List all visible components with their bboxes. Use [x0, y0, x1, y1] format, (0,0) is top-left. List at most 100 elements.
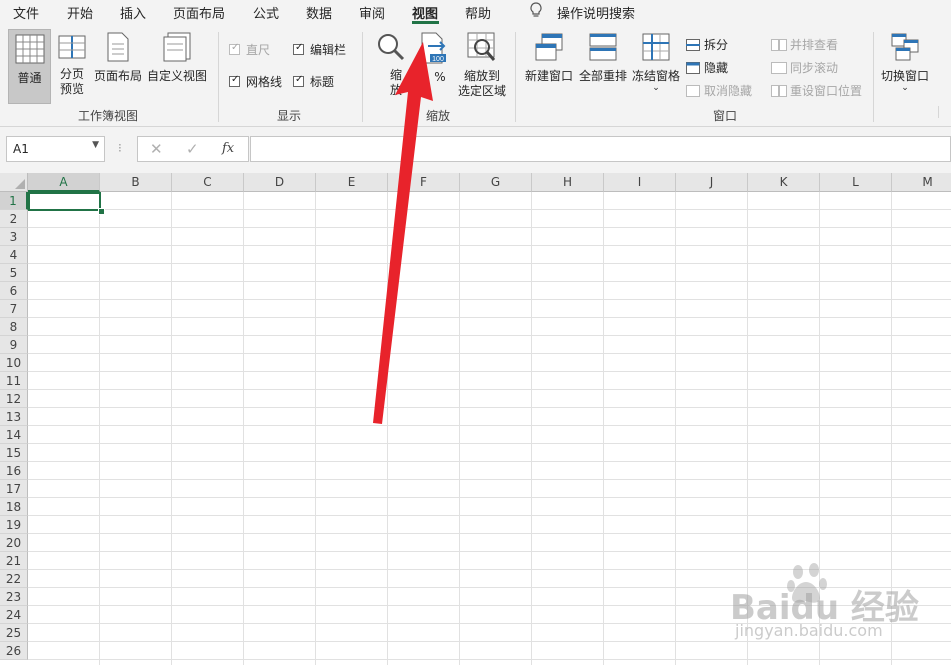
row-header[interactable]: 26 — [0, 642, 28, 660]
tab-insert[interactable]: 插入 — [120, 3, 146, 22]
column-header-m[interactable]: M — [892, 173, 951, 192]
group-divider — [515, 32, 516, 122]
tab-review[interactable]: 审阅 — [359, 3, 385, 22]
active-cell-a1[interactable] — [28, 192, 101, 211]
custom-views-button[interactable]: 自定义视图 — [146, 29, 208, 102]
more-options-icon[interactable]: ⁝ — [118, 141, 122, 155]
formula-bar-label: 编辑栏 — [310, 43, 347, 57]
sync-scroll-icon — [771, 61, 787, 74]
arrange-all-label: 全部重排 — [578, 69, 627, 83]
row-header[interactable]: 21 — [0, 552, 28, 570]
column-header-k[interactable]: K — [748, 173, 820, 192]
row-header[interactable]: 14 — [0, 426, 28, 444]
row-header[interactable]: 24 — [0, 606, 28, 624]
sync-scroll-button[interactable]: 同步滚动 — [771, 59, 838, 76]
column-header-f[interactable]: F — [388, 173, 460, 192]
formula-bar-area: A1 ▼ ⁝ ✕ ✓ fx — [0, 127, 951, 173]
tell-me-search[interactable]: 操作说明搜索 — [557, 3, 635, 22]
row-header[interactable]: 18 — [0, 498, 28, 516]
zoom-button[interactable]: 缩 放 — [372, 29, 410, 102]
row-header[interactable]: 11 — [0, 372, 28, 390]
column-header-j[interactable]: J — [676, 173, 748, 192]
new-window-icon — [535, 33, 563, 61]
new-window-button[interactable]: 新建窗口 — [523, 29, 575, 102]
freeze-panes-button[interactable]: 冻结窗格 ⌄ — [630, 29, 682, 102]
row-header[interactable]: 2 — [0, 210, 28, 228]
unhide-button[interactable]: 取消隐藏 — [686, 82, 752, 99]
formula-bar-checkbox-box: ✓ — [293, 42, 304, 55]
enter-icon[interactable]: ✓ — [186, 140, 199, 158]
row-header[interactable]: 20 — [0, 534, 28, 552]
column-header-a[interactable]: A — [28, 173, 100, 192]
column-header-l[interactable]: L — [820, 173, 892, 192]
ruler-checkbox[interactable]: ✓ 直尺 — [229, 41, 270, 58]
row-header[interactable]: 15 — [0, 444, 28, 462]
row-header[interactable]: 16 — [0, 462, 28, 480]
formula-input[interactable] — [250, 136, 951, 162]
row-header[interactable]: 1 — [0, 192, 28, 210]
name-box[interactable]: A1 ▼ — [6, 136, 105, 162]
name-box-dropdown-icon[interactable]: ▼ — [92, 140, 99, 150]
zoom-100-button[interactable]: 100 % — [414, 29, 452, 102]
page-layout-view-button[interactable]: 页面布局 — [92, 29, 144, 102]
custom-views-label: 自定义视图 — [146, 69, 207, 83]
tab-home[interactable]: 开始 — [67, 3, 93, 22]
unhide-label: 取消隐藏 — [704, 84, 753, 98]
row-header[interactable]: 6 — [0, 282, 28, 300]
row-header[interactable]: 23 — [0, 588, 28, 606]
row-header[interactable]: 19 — [0, 516, 28, 534]
zoom-to-selection-icon — [467, 32, 496, 61]
window-group-label: 窗口 — [713, 109, 738, 123]
normal-view-button[interactable]: 普通 — [8, 29, 51, 104]
split-button[interactable]: 拆分 — [686, 36, 728, 53]
sync-scroll-label: 同步滚动 — [790, 61, 839, 75]
reset-window-position-button[interactable]: 重设窗口位置 — [771, 82, 862, 99]
tab-formulas[interactable]: 公式 — [253, 3, 279, 22]
column-header-i[interactable]: I — [604, 173, 676, 192]
select-all-corner[interactable] — [0, 173, 28, 192]
magnifier-icon — [378, 34, 405, 61]
group-divider — [362, 32, 363, 122]
row-header[interactable]: 10 — [0, 354, 28, 372]
reset-position-icon — [771, 84, 787, 97]
chevron-down-icon: ⌄ — [652, 83, 660, 93]
headings-checkbox[interactable]: ✓ 标题 — [293, 73, 334, 90]
tab-page-layout[interactable]: 页面布局 — [173, 3, 225, 22]
tab-view[interactable]: 视图 — [412, 3, 438, 22]
column-header-g[interactable]: G — [460, 173, 532, 192]
cancel-icon[interactable]: ✕ — [150, 140, 163, 158]
column-header-h[interactable]: H — [532, 173, 604, 192]
hide-button[interactable]: 隐藏 — [686, 59, 728, 76]
ruler-label: 直尺 — [246, 43, 271, 57]
row-header[interactable]: 4 — [0, 246, 28, 264]
gridlines-checkbox[interactable]: ✓ 网格线 — [229, 73, 282, 90]
column-header-e[interactable]: E — [316, 173, 388, 192]
row-header[interactable]: 25 — [0, 624, 28, 642]
tab-data[interactable]: 数据 — [306, 3, 332, 22]
page-break-preview-button[interactable]: 分页 预览 — [54, 29, 90, 102]
tab-file[interactable]: 文件 — [13, 3, 39, 22]
row-header[interactable]: 9 — [0, 336, 28, 354]
arrange-all-button[interactable]: 全部重排 — [577, 29, 629, 102]
formula-bar-checkbox[interactable]: ✓ 编辑栏 — [293, 41, 346, 58]
view-side-by-side-button[interactable]: 并排查看 — [771, 36, 838, 53]
row-header[interactable]: 3 — [0, 228, 28, 246]
row-header[interactable]: 22 — [0, 570, 28, 588]
collapse-ribbon-button[interactable] — [938, 106, 949, 118]
row-header[interactable]: 5 — [0, 264, 28, 282]
column-header-b[interactable]: B — [100, 173, 172, 192]
row-header[interactable]: 7 — [0, 300, 28, 318]
row-header[interactable]: 12 — [0, 390, 28, 408]
page-layout-label: 页面布局 — [93, 69, 142, 83]
hide-label: 隐藏 — [704, 61, 729, 75]
zoom-to-selection-button[interactable]: 缩放到 选定区域 — [454, 29, 510, 102]
row-header[interactable]: 13 — [0, 408, 28, 426]
switch-windows-button[interactable]: 切换窗口 ⌄ — [877, 29, 933, 102]
tab-help[interactable]: 帮助 — [465, 3, 491, 22]
column-header-c[interactable]: C — [172, 173, 244, 192]
row-header[interactable]: 17 — [0, 480, 28, 498]
insert-function-icon[interactable]: fx — [222, 141, 234, 156]
row-header[interactable]: 8 — [0, 318, 28, 336]
fill-handle[interactable] — [98, 208, 105, 215]
column-header-d[interactable]: D — [244, 173, 316, 192]
